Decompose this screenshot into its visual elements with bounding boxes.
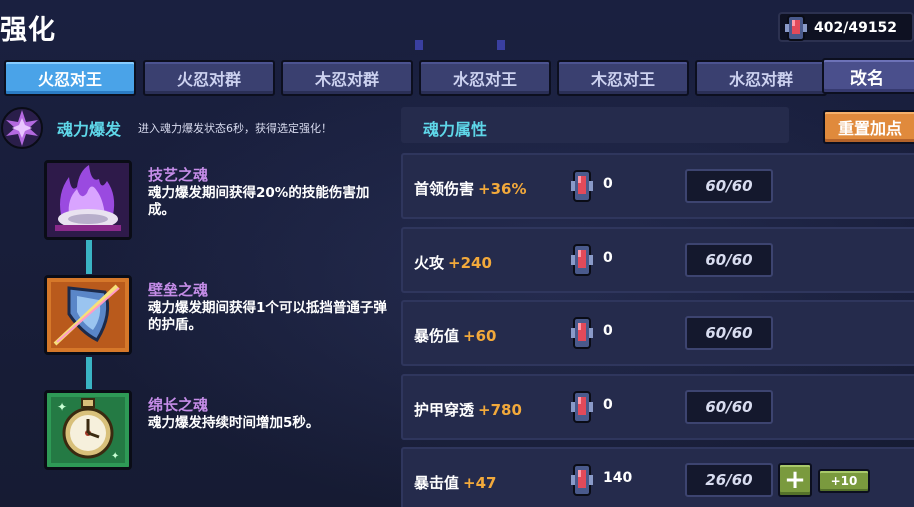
attribute-row: 火攻 +240 0 60/60: [401, 227, 914, 293]
attribute-bonus: +60: [463, 327, 497, 345]
attributes-header: 魂力属性: [401, 107, 789, 143]
attribute-bonus: +780: [478, 401, 522, 419]
attribute-progress: 60/60: [685, 316, 773, 350]
attribute-bonus: +47: [463, 474, 497, 492]
attribute-cost: 140: [603, 470, 633, 486]
attributes-title: 魂力属性: [423, 120, 488, 139]
attribute-label: 护甲穿透 +780: [414, 401, 522, 419]
attribute-label: 暴伤值 +60: [414, 327, 497, 345]
soul-gem-icon: [569, 463, 595, 501]
soul-burst-icon: [1, 107, 43, 149]
soul-bulwark[interactable]: 壁垒之魂 魂力爆发期间获得1个可以抵挡普通子弹的护盾。: [44, 275, 404, 365]
soul-description: 魂力爆发期间获得20%的技能伤害加成。: [148, 185, 370, 218]
shield-icon: [44, 275, 132, 355]
attribute-cost: 0: [603, 250, 613, 266]
soul-description: 魂力爆发期间获得1个可以抵挡普通子弹的护盾。: [148, 300, 387, 333]
tab-water-boss[interactable]: 水忍对王: [419, 60, 551, 96]
tab-wood-boss[interactable]: 木忍对王: [557, 60, 689, 96]
soul-gem-icon: [569, 390, 595, 428]
attribute-bonus: +240: [448, 254, 492, 272]
attribute-row: 护甲穿透 +780 0 60/60: [401, 374, 914, 440]
attribute-progress: 26/60: [685, 463, 773, 497]
soul-skill[interactable]: 技艺之魂 魂力爆发期间获得20%的技能伤害加成。: [44, 160, 404, 250]
header-decoration: [415, 40, 505, 52]
attribute-label: 首领伤害 +36%: [414, 180, 527, 198]
svg-text:✦: ✦: [57, 400, 67, 414]
soul-gem-currency: 402/49152: [778, 12, 914, 42]
currency-amount: 402/49152: [814, 20, 898, 36]
header: 强化 402/49152: [0, 0, 914, 52]
purple-flame-icon: [44, 160, 132, 240]
soul-gem-icon: [569, 243, 595, 281]
soul-gem-icon: [569, 169, 595, 207]
add-point-button[interactable]: +: [778, 463, 812, 497]
attribute-row: 暴伤值 +60 0 60/60: [401, 300, 914, 366]
soul-endurance[interactable]: ✦ ✦ 绵长之魂 魂力爆发持续时间增加5秒。: [44, 390, 404, 480]
add-ten-points-button[interactable]: +10: [818, 469, 870, 493]
attribute-cost: 0: [603, 176, 613, 192]
attribute-progress: 60/60: [685, 243, 773, 277]
attribute-row: 首领伤害 +36% 0 60/60: [401, 153, 914, 219]
page-title: 强化: [0, 15, 56, 46]
rename-button[interactable]: 改名: [822, 58, 914, 94]
soul-name: 绵长之魂: [148, 396, 209, 414]
attribute-label: 暴击值 +47: [414, 474, 497, 492]
attribute-bonus: +36%: [478, 180, 527, 198]
soul-burst-header: 魂力爆发 进入魂力爆发状态6秒，获得选定强化！: [0, 103, 395, 149]
tab-fire-group[interactable]: 火忍对群: [143, 60, 275, 96]
svg-text:✦: ✦: [111, 451, 119, 462]
soul-description: 魂力爆发持续时间增加5秒。: [148, 415, 320, 431]
reset-points-button[interactable]: 重置加点: [823, 110, 914, 144]
attribute-row: 暴击值 +47 140 26/60 + +10: [401, 447, 914, 507]
attribute-cost: 0: [603, 397, 613, 413]
soul-name: 壁垒之魂: [148, 281, 209, 299]
soul-gem-icon: [785, 15, 807, 41]
soul-gem-icon: [569, 316, 595, 354]
soul-burst-description: 进入魂力爆发状态6秒，获得选定强化！: [138, 122, 332, 135]
attribute-progress: 60/60: [685, 390, 773, 424]
attribute-label: 火攻 +240: [414, 254, 492, 272]
stopwatch-icon: ✦ ✦: [44, 390, 132, 470]
soul-name: 技艺之魂: [148, 166, 209, 184]
tab-wood-group[interactable]: 木忍对群: [281, 60, 413, 96]
soul-burst-title: 魂力爆发: [57, 120, 122, 139]
tab-fire-boss[interactable]: 火忍对王: [4, 60, 136, 96]
attribute-progress: 60/60: [685, 169, 773, 203]
attribute-cost: 0: [603, 323, 613, 339]
tab-water-group[interactable]: 水忍对群: [695, 60, 827, 96]
